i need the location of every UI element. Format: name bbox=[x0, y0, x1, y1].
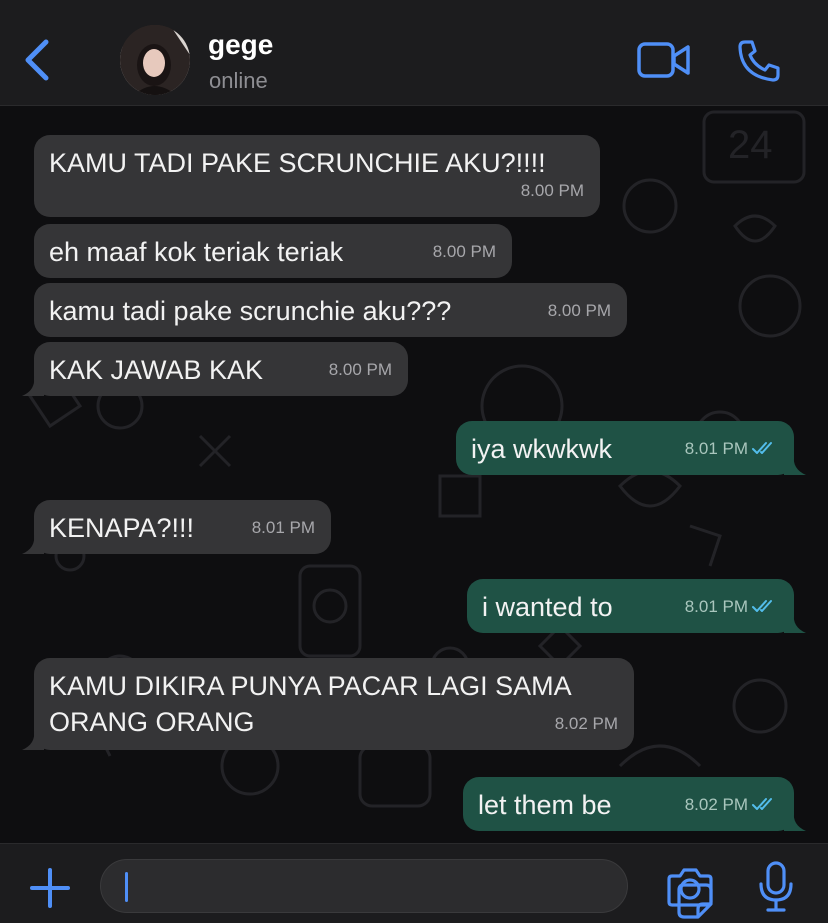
message-text: let them be bbox=[478, 790, 612, 820]
voice-call-button[interactable] bbox=[736, 38, 782, 84]
contact-status: online bbox=[209, 68, 268, 93]
message-input[interactable] bbox=[100, 859, 713, 919]
composer-bar bbox=[0, 843, 828, 923]
attach-button[interactable] bbox=[28, 866, 72, 910]
chevron-left-icon bbox=[25, 39, 49, 81]
back-button[interactable] bbox=[18, 36, 58, 84]
message-text: kamu tadi pake scrunchie aku??? bbox=[49, 296, 452, 326]
message-text: eh maaf kok teriak teriak bbox=[49, 237, 344, 267]
message-text: i wanted to bbox=[482, 592, 613, 622]
microphone-icon bbox=[759, 861, 793, 912]
message-text: KENAPA?!!! bbox=[49, 513, 195, 543]
camera-button[interactable] bbox=[666, 866, 714, 908]
message-time: 8.02 PM bbox=[554, 714, 618, 733]
message-incoming[interactable]: KENAPA?!!! 8.01 PM bbox=[22, 500, 331, 554]
message-time: 8.01 PM bbox=[685, 431, 778, 467]
plus-icon bbox=[30, 868, 70, 908]
message-incoming[interactable]: KAMU TADI PAKE SCRUNCHIE AKU?!!!! 8.00 P… bbox=[34, 135, 600, 217]
message-time: 8.01 PM bbox=[685, 589, 778, 625]
avatar[interactable] bbox=[120, 25, 190, 95]
bubble-tail bbox=[22, 376, 44, 396]
bubble-tail bbox=[784, 455, 806, 475]
message-time: 8.00 PM bbox=[547, 301, 611, 320]
bubble-tail bbox=[784, 613, 806, 633]
bubble-tail bbox=[784, 811, 806, 831]
message-outgoing[interactable]: iya wkwkwk 8.01 PM bbox=[456, 421, 806, 475]
message-time: 8.02 PM bbox=[685, 787, 778, 823]
double-check-icon bbox=[752, 442, 772, 454]
message-text: KAK JAWAB KAK bbox=[49, 355, 264, 385]
double-check-icon bbox=[752, 600, 772, 612]
camera-icon bbox=[667, 868, 713, 907]
message-text: KAMU TADI PAKE SCRUNCHIE AKU?!!!! bbox=[49, 148, 546, 178]
svg-text:24: 24 bbox=[728, 123, 773, 167]
message-time: 8.00 PM bbox=[520, 181, 584, 200]
message-incoming[interactable]: kamu tadi pake scrunchie aku??? 8.00 PM bbox=[34, 283, 627, 337]
message-time: 8.00 PM bbox=[432, 242, 496, 261]
message-time-text: 8.01 PM bbox=[684, 597, 748, 616]
voice-message-button[interactable] bbox=[756, 860, 796, 914]
message-outgoing[interactable]: i wanted to 8.01 PM bbox=[467, 579, 806, 633]
double-check-icon bbox=[752, 798, 772, 810]
message-list[interactable]: 24 KAMU TADI PAKE SCRUNCHIE AKU?!!!! 8.0… bbox=[0, 106, 828, 843]
message-time: 8.00 PM bbox=[328, 360, 392, 379]
message-text-line-2: ORANG ORANG bbox=[49, 707, 255, 737]
message-time: 8.01 PM bbox=[251, 518, 315, 537]
message-text: iya wkwkwk bbox=[471, 434, 613, 464]
phone-icon bbox=[738, 40, 780, 82]
video-camera-icon bbox=[637, 42, 690, 78]
message-incoming[interactable]: eh maaf kok teriak teriak 8.00 PM bbox=[34, 224, 512, 278]
bubble-tail bbox=[22, 730, 44, 750]
message-incoming[interactable]: KAK JAWAB KAK 8.00 PM bbox=[22, 342, 408, 396]
message-time-text: 8.01 PM bbox=[684, 439, 748, 458]
bubble-tail bbox=[22, 534, 44, 554]
message-incoming[interactable]: KAMU DIKIRA PUNYA PACAR LAGI SAMA ORANG … bbox=[22, 658, 634, 750]
chat-header: gege online bbox=[0, 0, 828, 106]
contact-name[interactable]: gege bbox=[208, 29, 273, 61]
avatar-photo bbox=[120, 25, 190, 95]
text-caret bbox=[125, 872, 128, 902]
message-time-text: 8.02 PM bbox=[684, 795, 748, 814]
message-text-line-1: KAMU DIKIRA PUNYA PACAR LAGI SAMA bbox=[49, 671, 572, 701]
message-outgoing[interactable]: let them be 8.02 PM bbox=[463, 777, 806, 831]
video-call-button[interactable] bbox=[636, 40, 692, 80]
